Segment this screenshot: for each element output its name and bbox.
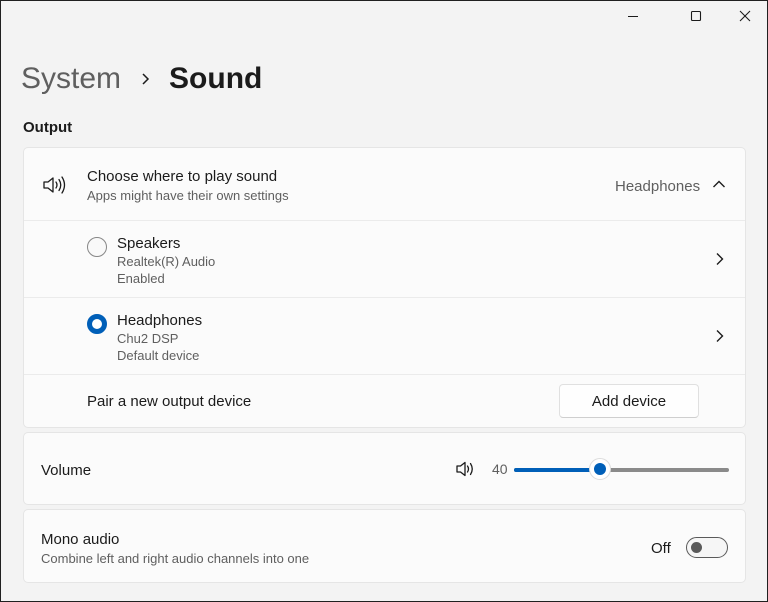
mono-audio-title: Mono audio: [41, 531, 120, 548]
pair-device-row: Pair a new output device Add device: [24, 374, 745, 428]
device-row-headphones[interactable]: Headphones Chu2 DSP Default device: [24, 297, 745, 374]
chevron-right-icon[interactable]: [715, 329, 725, 343]
speakers-radio[interactable]: [87, 237, 107, 257]
chevron-right-icon[interactable]: [715, 252, 725, 266]
device-driver: Chu2 DSP: [117, 331, 179, 346]
headphones-radio[interactable]: [87, 314, 107, 334]
device-name: Speakers: [117, 235, 181, 252]
device-status: Enabled: [117, 271, 165, 286]
maximize-icon: [690, 10, 702, 22]
speaker-icon[interactable]: [455, 460, 475, 478]
device-row-speakers[interactable]: Speakers Realtek(R) Audio Enabled: [24, 220, 745, 297]
minimize-icon: [628, 16, 638, 17]
volume-slider[interactable]: [514, 468, 729, 472]
choose-output-row[interactable]: Choose where to play sound Apps might ha…: [24, 148, 745, 220]
page-title: Sound: [169, 62, 263, 95]
minimize-button[interactable]: [611, 1, 655, 31]
mono-audio-toggle-knob: [691, 541, 702, 553]
output-card: Choose where to play sound Apps might ha…: [23, 147, 746, 428]
mono-audio-state: Off: [651, 540, 671, 557]
volume-card: Volume 40: [23, 432, 746, 505]
maximize-button[interactable]: [674, 1, 718, 31]
add-device-button[interactable]: Add device: [559, 384, 699, 418]
breadcrumb-system-link[interactable]: System: [21, 62, 121, 96]
mono-audio-subtitle: Combine left and right audio channels in…: [41, 551, 310, 566]
mono-audio-toggle[interactable]: [686, 537, 728, 558]
pair-device-label: Pair a new output device: [87, 393, 252, 410]
selected-output-value: Headphones: [615, 178, 701, 195]
device-driver: Realtek(R) Audio: [117, 254, 216, 269]
close-button[interactable]: [723, 1, 767, 31]
device-name: Headphones: [117, 312, 203, 329]
choose-output-subtitle: Apps might have their own settings: [87, 188, 289, 203]
device-status: Default device: [117, 348, 200, 363]
choose-output-title: Choose where to play sound: [87, 168, 278, 185]
volume-label: Volume: [41, 462, 92, 479]
volume-slider-thumb[interactable]: [589, 458, 611, 480]
volume-slider-fill: [514, 468, 600, 472]
output-section-title: Output: [23, 119, 73, 136]
title-bar: [1, 1, 767, 31]
volume-slider-thumb-dot: [594, 463, 606, 475]
close-icon: [739, 10, 751, 22]
breadcrumb: System Sound: [21, 59, 262, 99]
chevron-up-icon[interactable]: [712, 179, 726, 189]
speaker-icon: [43, 176, 66, 194]
chevron-right-icon: [141, 72, 151, 86]
mono-audio-card: Mono audio Combine left and right audio …: [23, 509, 746, 583]
volume-value: 40: [492, 461, 508, 477]
settings-window: System Sound Output Choose where to play…: [1, 1, 767, 601]
